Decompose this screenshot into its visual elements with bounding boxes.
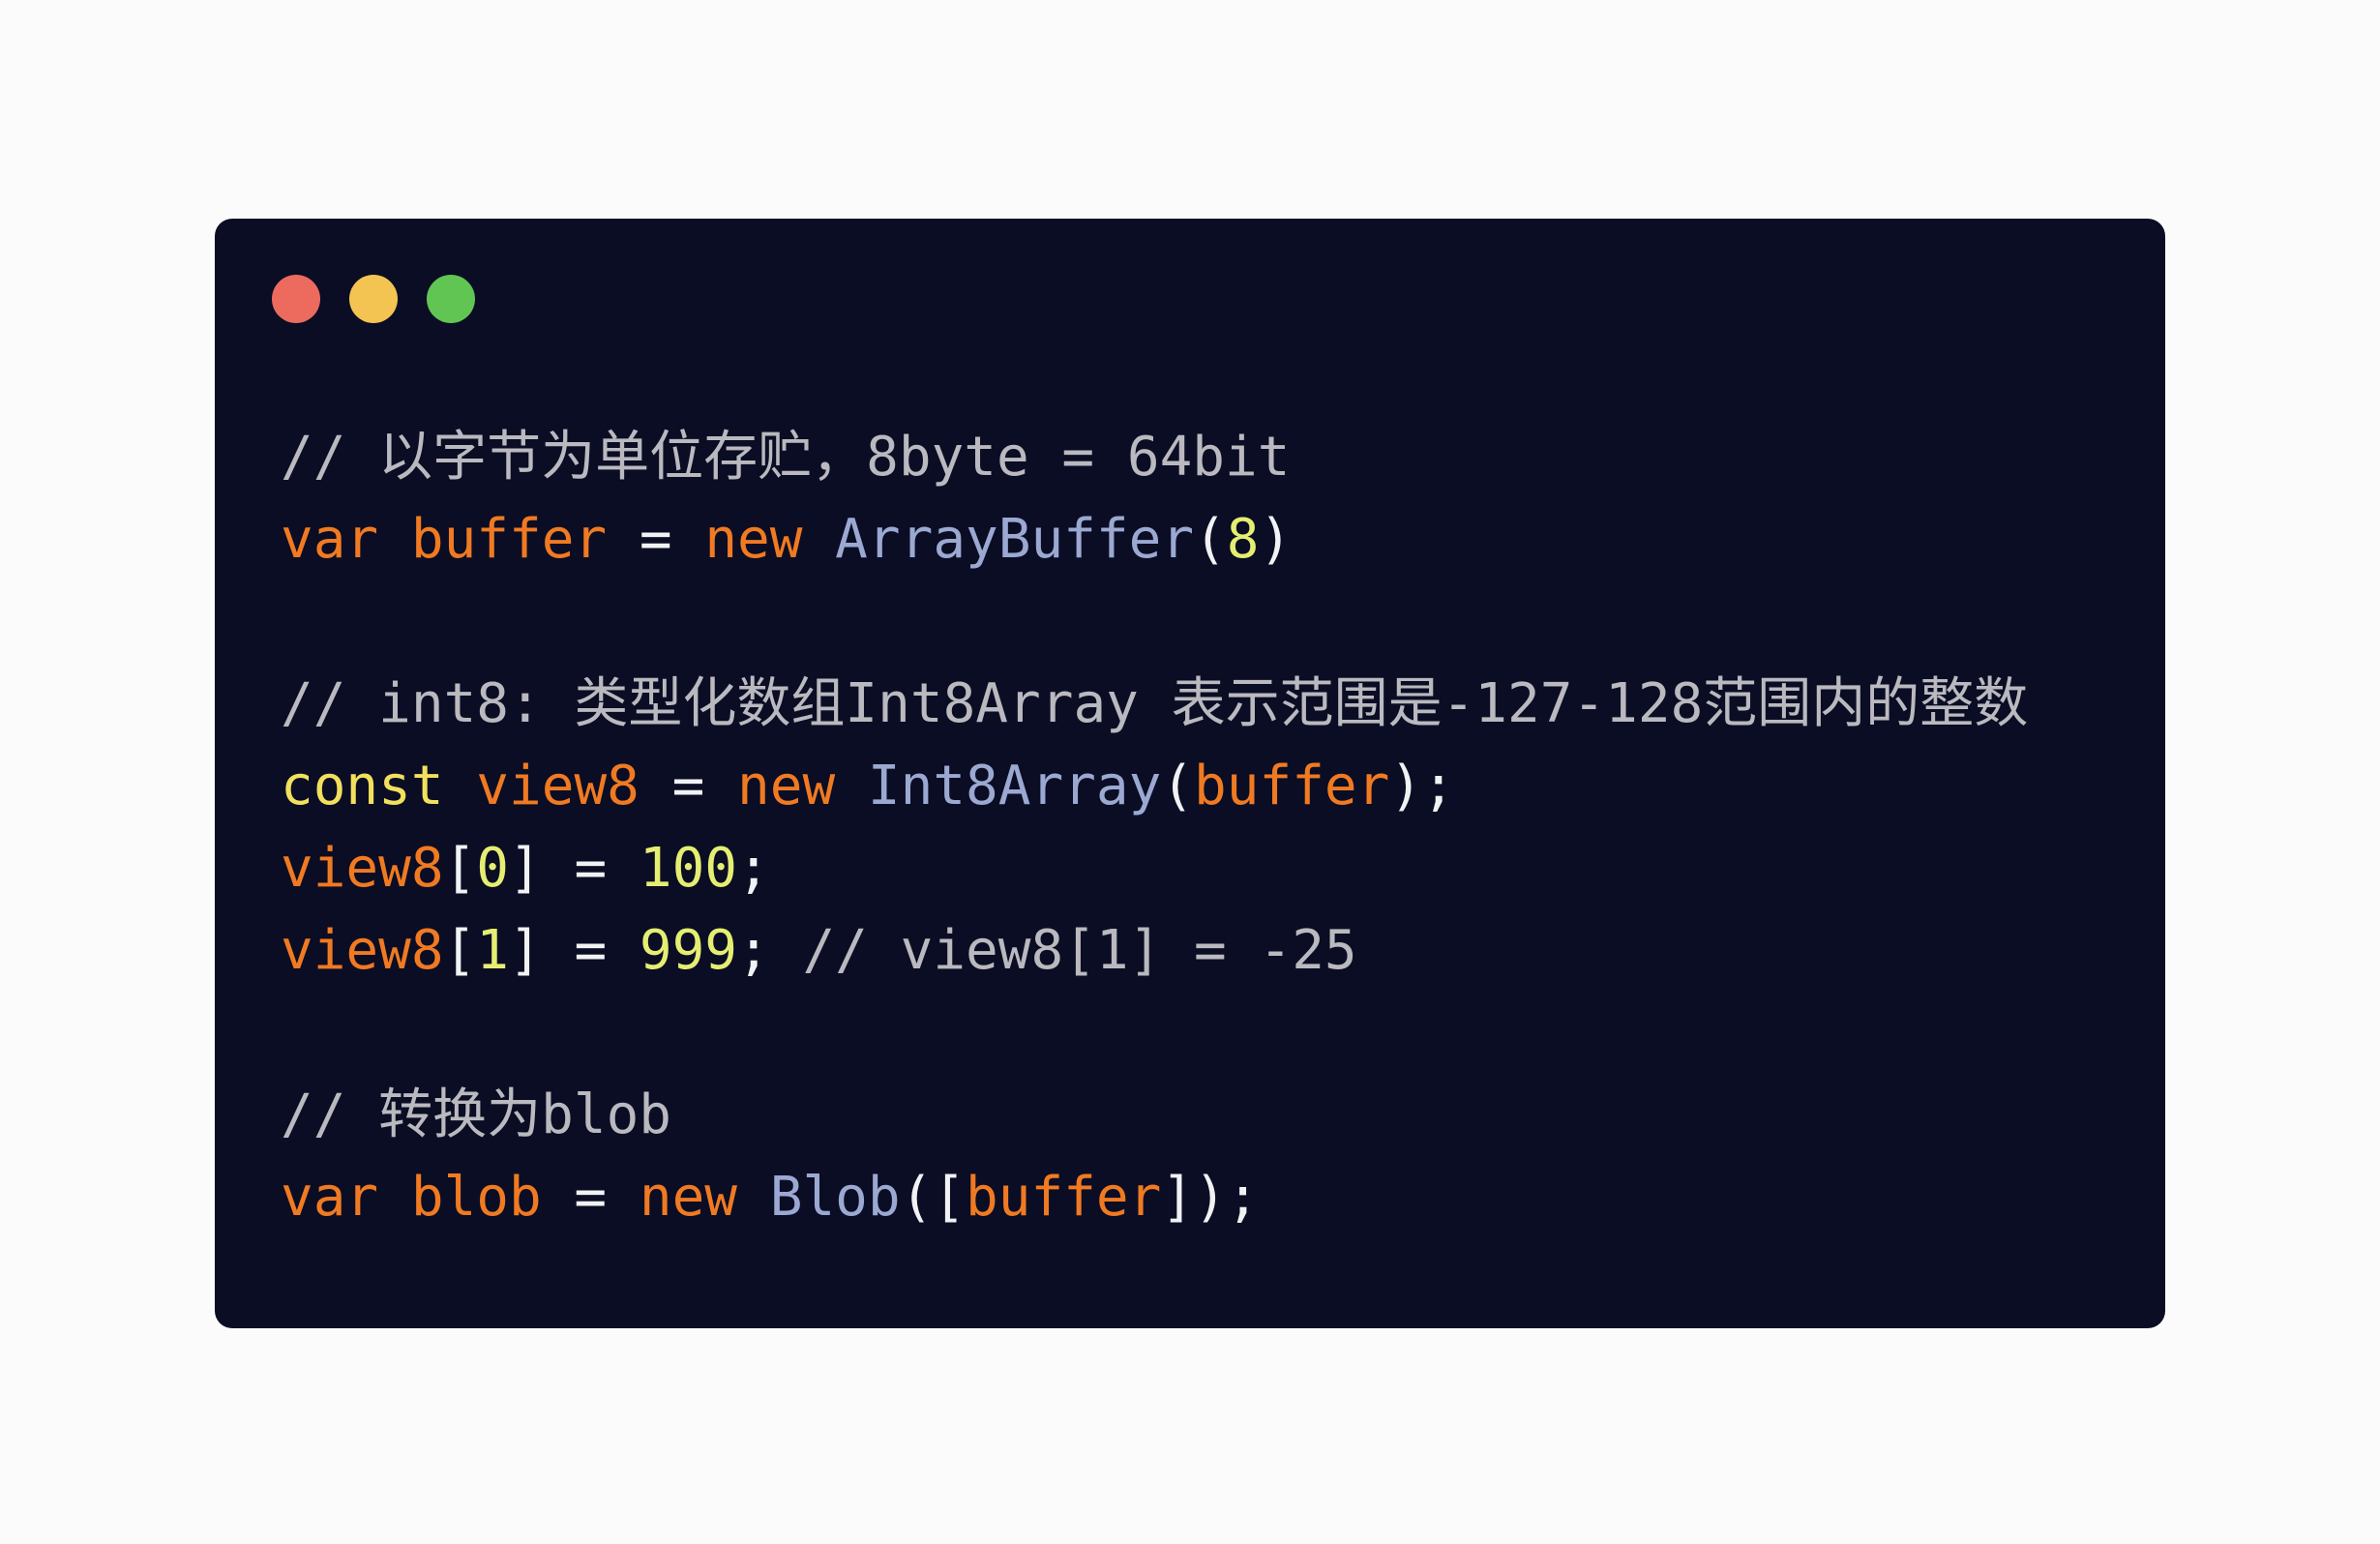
code-line: // 转换为blob [281,1074,2028,1156]
code-token-comment: // view8[1] = -25 [802,919,1357,982]
code-line: // int8: 类型化数组Int8Array 表示范围是-127-128范围内… [281,663,2028,745]
code-token-plain: ] = [509,919,640,982]
code-token-number: 999 [639,919,738,982]
code-token-keyword: var [281,508,411,571]
code-token-plain: ([ [900,1166,967,1229]
code-token-keyword: blob [410,1166,542,1229]
code-token-plain: ; [737,919,803,982]
code-token-plain: ]); [1161,1166,1260,1229]
code-token-number: 100 [639,837,738,900]
code-line: view8[0] = 100; [281,827,2028,909]
code-token-number: 0 [476,837,510,900]
code-token-keyword: buffer [966,1166,1162,1229]
code-line: var buffer = new ArrayBuffer(8) [281,498,2028,580]
code-token-keyword: view8 [476,755,640,817]
close-window-icon[interactable] [272,275,320,323]
code-token-comment: // 转换为blob [281,1084,672,1146]
code-token-const: const [281,755,477,817]
code-token-plain: ( [1194,508,1227,571]
code-token-keyword: view8 [281,837,444,900]
code-line: var blob = new Blob([buffer]); [281,1156,2028,1238]
code-token-keyword: new [737,755,868,817]
code-token-comment: // int8: 类型化数组Int8Array 表示范围是-127-128范围内… [281,672,2029,735]
code-token-plain: ); [1389,755,1455,817]
code-token-keyword: buffer [1194,755,1390,817]
code-token-class: Int8Array [867,755,1162,817]
code-token-keyword: buffer [410,508,608,571]
code-token-number: 1 [476,919,510,982]
code-token-keyword: new [639,1166,770,1229]
code-token-plain: [ [443,919,477,982]
code-line: // 以字节为单位存贮，8byte = 64bit [281,416,2028,498]
code-token-keyword: view8 [281,919,444,982]
code-token-plain: [ [443,837,477,900]
code-line: view8[1] = 999; // view8[1] = -25 [281,909,2028,992]
code-token-plain: ] = [509,837,640,900]
code-token-plain: ) [1259,508,1293,571]
code-line: const view8 = new Int8Array(buffer); [281,745,2028,827]
code-token-class: ArrayBuffer [835,508,1195,571]
code-token-plain: = [607,508,705,571]
minimize-window-icon[interactable] [349,275,398,323]
code-token-plain: ; [737,837,770,900]
code-token-plain: ( [1161,755,1195,817]
maximize-window-icon[interactable] [427,275,475,323]
code-block: // 以字节为单位存贮，8byte = 64bit var buffer = ne… [281,416,2028,1238]
code-token-class: Blob [769,1166,901,1229]
code-token-keyword: new [704,508,836,571]
code-token-number: 8 [1226,508,1260,571]
code-token-keyword: var [281,1166,411,1229]
code-token-comment: // 以字节为单位存贮，8byte = 64bit [281,426,1291,489]
code-token-plain: = [639,755,738,817]
code-token-plain: = [541,1166,640,1229]
